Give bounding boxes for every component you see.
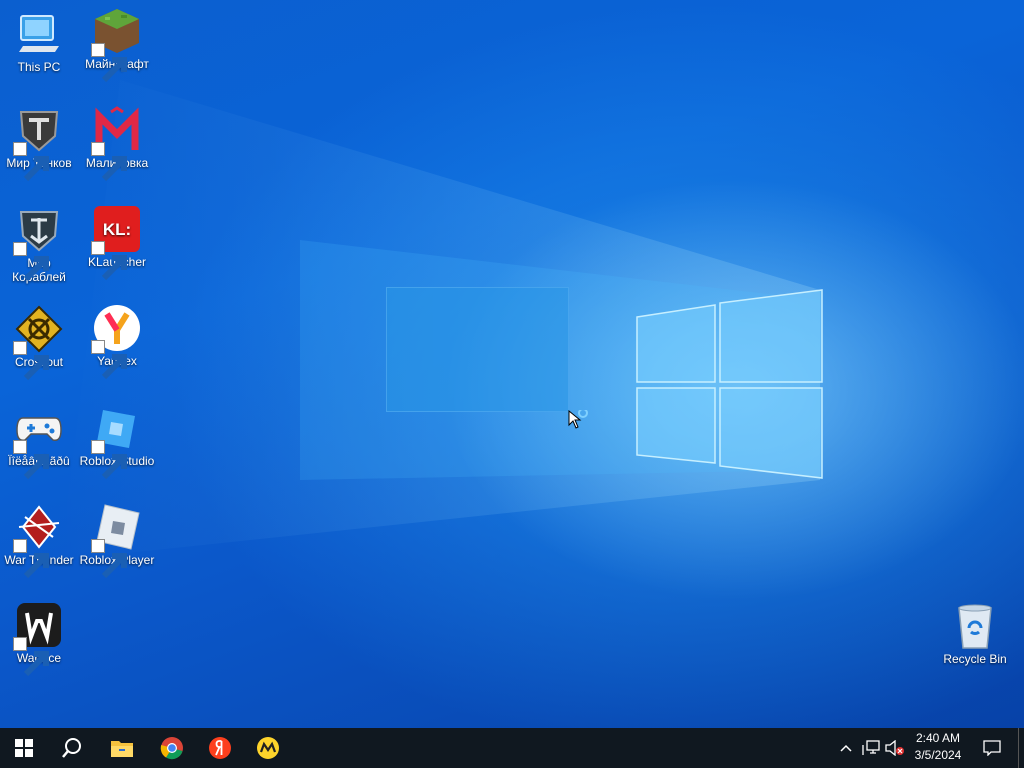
- shortcut-arrow-icon: [91, 340, 127, 380]
- yandex-market-icon: [257, 737, 279, 759]
- malinovka-icon: [91, 106, 141, 182]
- shortcut-arrow-icon: [13, 142, 49, 182]
- mir-tankov-icon: [13, 106, 63, 182]
- klauncher-icon: KL:: [91, 205, 141, 281]
- mouse-cursor-icon: [568, 408, 592, 437]
- show-desktop-button[interactable]: [1018, 728, 1024, 768]
- notification-icon: [983, 740, 1001, 756]
- roblox-player-icon: [91, 503, 141, 579]
- crossout-icon: [13, 305, 63, 381]
- shortcut-arrow-icon: [13, 242, 49, 282]
- desktop-icon-crossout[interactable]: Crossout: [0, 305, 78, 381]
- desktop-icon-war-thunder[interactable]: War Thunder: [0, 503, 78, 579]
- file-explorer-icon: [111, 741, 133, 757]
- chevron-up-icon: [840, 744, 852, 752]
- shortcut-arrow-icon: [91, 440, 127, 480]
- desktop-icon-label: Recycle Bin: [943, 652, 1007, 666]
- war-thunder-icon: [13, 503, 63, 579]
- roblox-studio-icon: [91, 404, 141, 480]
- taskbar-yandex-market[interactable]: [244, 728, 292, 768]
- start-button[interactable]: [0, 728, 48, 768]
- taskbar-clock[interactable]: 2:40 AM 3/5/2024: [908, 730, 968, 764]
- selection-rectangle: [386, 287, 569, 412]
- taskbar-yandex[interactable]: [196, 728, 244, 768]
- volume-muted-icon: [885, 740, 904, 756]
- desktop-icon-klauncher[interactable]: KL: KLauncher: [78, 205, 156, 281]
- shortcut-arrow-icon: [91, 43, 127, 83]
- tray-show-hidden-icons[interactable]: [836, 728, 856, 768]
- shortcut-arrow-icon: [13, 637, 49, 677]
- tray-volume[interactable]: [884, 728, 906, 768]
- shortcut-arrow-icon: [13, 440, 49, 480]
- shortcut-arrow-icon: [13, 539, 49, 579]
- desktop-icon-recycle-bin[interactable]: Recycle Bin: [936, 602, 1014, 666]
- gamepad-icon: [13, 404, 63, 480]
- minecraft-icon: [91, 7, 141, 83]
- desktop-icon-warface[interactable]: Warface: [0, 601, 78, 677]
- desktop-icon-roblox-player[interactable]: Roblox Player: [78, 503, 156, 579]
- shortcut-arrow-icon: [91, 539, 127, 579]
- start-icon: [15, 739, 33, 757]
- svg-text:KL:: KL:: [103, 220, 131, 239]
- desktop-icon-roblox-studio[interactable]: Roblox Studio: [78, 404, 156, 480]
- search-icon: [62, 738, 81, 758]
- taskbar-chrome[interactable]: [148, 728, 196, 768]
- desktop-icon-gamepad[interactable]: Ïîëåâî Èãðû: [0, 404, 78, 480]
- shortcut-arrow-icon: [13, 341, 49, 381]
- yandex-icon: [209, 737, 231, 759]
- tray-network[interactable]: [860, 728, 882, 768]
- taskbar-file-explorer[interactable]: [98, 728, 146, 768]
- desktop[interactable]: This PC Мир Танков Мир Кораблей Crossout…: [0, 0, 1024, 728]
- action-center-button[interactable]: [974, 728, 1010, 768]
- network-icon: [862, 740, 880, 755]
- search-button[interactable]: [48, 728, 96, 768]
- mir-korabley-icon: [13, 206, 63, 282]
- warface-icon: [13, 601, 63, 677]
- desktop-icon-label: This PC: [17, 60, 61, 74]
- desktop-icon-malinovka[interactable]: Малиновка: [78, 106, 156, 182]
- this-pc-icon: [15, 10, 63, 58]
- clock-time: 2:40 AM: [915, 731, 961, 745]
- clock-date: 3/5/2024: [914, 748, 962, 762]
- desktop-icon-mir-tankov[interactable]: Мир Танков: [0, 106, 78, 182]
- yandex-browser-icon: [91, 304, 141, 380]
- shortcut-arrow-icon: [91, 142, 127, 182]
- desktop-icon-mir-korabley[interactable]: Мир Кораблей: [0, 206, 78, 284]
- taskbar: 2:40 AM 3/5/2024: [0, 728, 1024, 768]
- recycle-bin-icon: [951, 602, 999, 650]
- chrome-icon: [160, 737, 183, 760]
- desktop-icon-yandex[interactable]: Yandex: [78, 304, 156, 380]
- desktop-icon-minecraft[interactable]: Майнкрафт: [78, 7, 156, 83]
- shortcut-arrow-icon: [91, 241, 127, 281]
- desktop-icon-this-pc[interactable]: This PC: [0, 10, 78, 74]
